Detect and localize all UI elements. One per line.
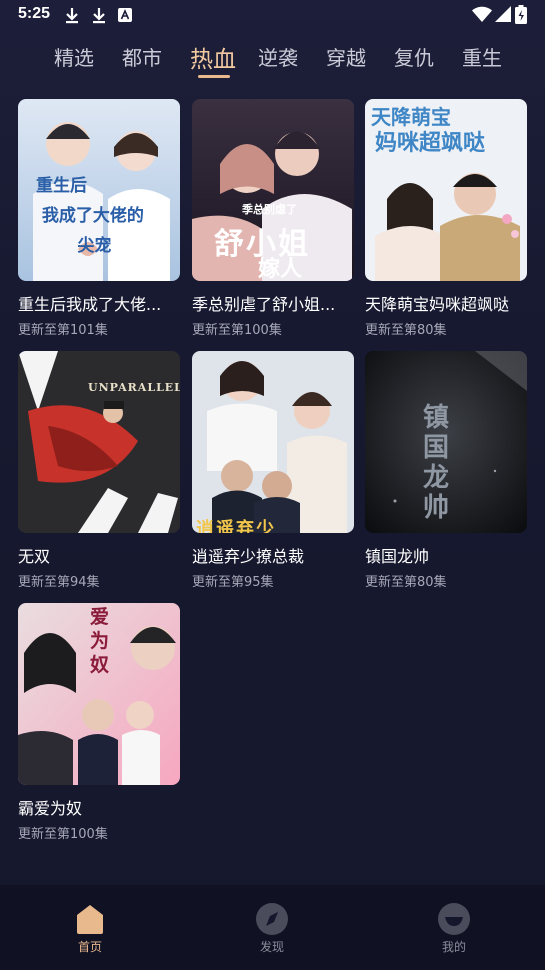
- battery-icon: [515, 5, 527, 24]
- drama-card[interactable]: 镇国龙帅 镇国龙帅 更新至第80集: [365, 351, 527, 590]
- drama-title: 无双: [18, 547, 51, 566]
- tab-nixi[interactable]: 逆袭: [258, 42, 298, 71]
- drama-cover[interactable]: 天降萌宝 妈咪超飒哒: [365, 99, 527, 281]
- episode-count: 更新至第101集: [18, 323, 108, 338]
- drama-title: 天降萌宝妈咪超飒哒: [365, 295, 510, 314]
- drama-cover[interactable]: 逍遥弃少: [192, 351, 354, 533]
- nav-home-label: 首页: [77, 940, 102, 954]
- bottom-nav: 首页 发现 我的: [0, 885, 545, 970]
- tab-fuchou[interactable]: 复仇: [394, 42, 434, 71]
- nav-discover[interactable]: 发现: [232, 903, 312, 955]
- drama-cover[interactable]: 爱为奴: [18, 603, 180, 785]
- drama-cover[interactable]: UNPARALLELED: [18, 351, 180, 533]
- drama-title: 季总别虐了舒小姐...: [192, 295, 336, 314]
- active-tab-indicator: [198, 75, 230, 78]
- episode-count: 更新至第80集: [365, 575, 447, 590]
- tab-chongsheng[interactable]: 重生: [462, 42, 502, 71]
- profile-icon: [438, 903, 470, 935]
- drama-card[interactable]: UNPARALLELED 无双 更新至第94集: [18, 351, 180, 590]
- wifi-icon: [472, 6, 492, 22]
- font-icon: [118, 8, 132, 22]
- tab-rexue[interactable]: 热血: [190, 40, 236, 74]
- drama-cover[interactable]: 季总别虐了 舒小姐 嫁人: [192, 99, 354, 281]
- nav-discover-label: 发现: [259, 940, 284, 954]
- drama-title: 重生后我成了大佬...: [18, 295, 162, 314]
- drama-cover[interactable]: 重生后 我成了大佬的 尖宠: [18, 99, 180, 281]
- nav-profile[interactable]: 我的: [414, 903, 494, 955]
- category-tabs: 精选 都市 热血 逆袭 穿越 复仇 重生: [0, 42, 545, 86]
- drama-card[interactable]: 重生后 我成了大佬的 尖宠 重生后我成了大佬... 更新至第101集: [18, 99, 180, 338]
- download-icon: [93, 8, 105, 24]
- home-icon: [77, 905, 103, 934]
- episode-count: 更新至第100集: [18, 827, 108, 842]
- drama-title: 逍遥弃少撩总裁: [192, 547, 305, 566]
- nav-profile-label: 我的: [441, 940, 466, 954]
- status-bar: 5:25: [0, 0, 545, 32]
- tab-jingxuan[interactable]: 精选: [54, 42, 94, 71]
- episode-count: 更新至第95集: [192, 575, 274, 590]
- episode-count: 更新至第94集: [18, 575, 100, 590]
- episode-count: 更新至第100集: [192, 323, 282, 338]
- tab-dushi[interactable]: 都市: [122, 42, 162, 71]
- drama-card[interactable]: 逍遥弃少 逍遥弃少撩总裁 更新至第95集: [192, 351, 354, 590]
- episode-count: 更新至第80集: [365, 323, 447, 338]
- tab-chuanyue[interactable]: 穿越: [326, 42, 366, 71]
- download-icon: [66, 8, 78, 24]
- signal-icon: [495, 6, 511, 22]
- drama-title: 镇国龙帅: [365, 547, 430, 566]
- drama-card[interactable]: 爱为奴 霸爱为奴 更新至第100集: [18, 603, 180, 842]
- drama-card[interactable]: 季总别虐了 舒小姐 嫁人 季总别虐了舒小姐... 更新至第100集: [192, 99, 354, 338]
- drama-title: 霸爱为奴: [18, 799, 83, 818]
- drama-card[interactable]: 天降萌宝 妈咪超飒哒 天降萌宝妈咪超飒哒 更新至第80集: [365, 99, 527, 338]
- status-time: 5:25: [18, 5, 51, 22]
- compass-icon: [256, 903, 288, 935]
- drama-cover[interactable]: 镇国龙帅: [365, 351, 527, 533]
- nav-home[interactable]: 首页: [50, 903, 130, 955]
